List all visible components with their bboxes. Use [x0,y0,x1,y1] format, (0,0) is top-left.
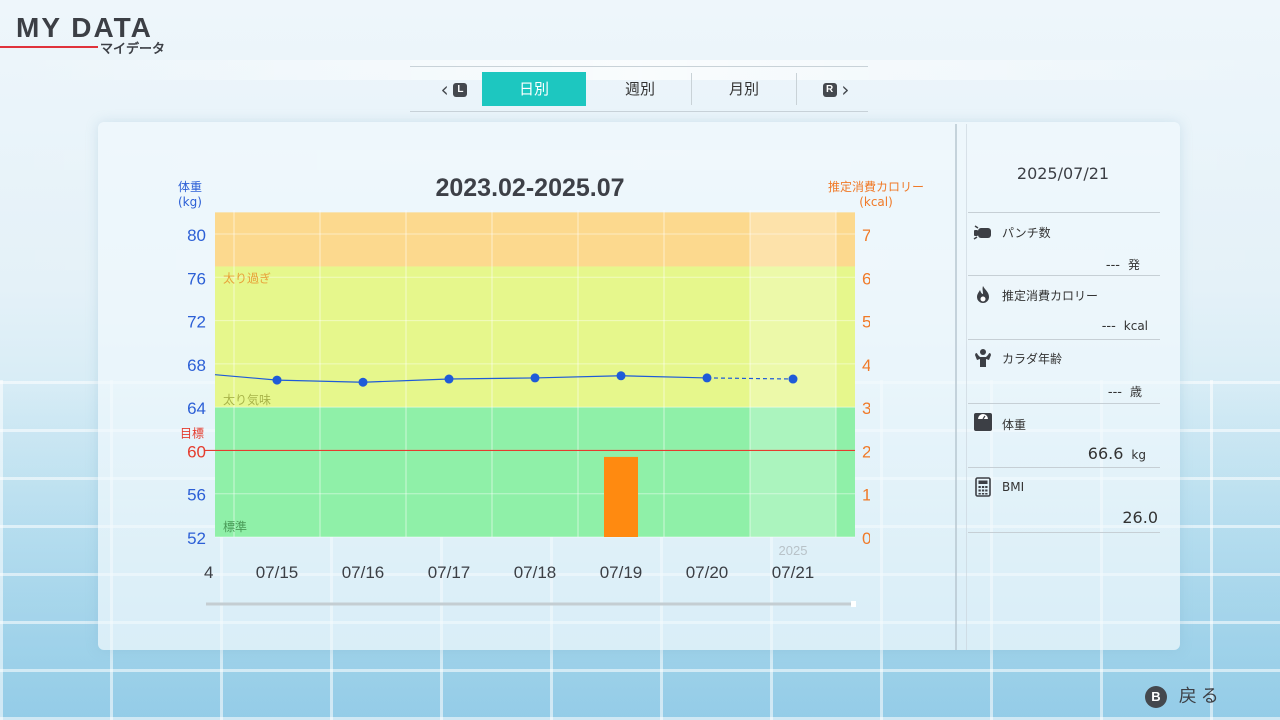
punch-count-value: --- 発 [1000,256,1140,273]
weight-calorie-chart[interactable]: 標準太り気味太り過ぎ目標5256606468727680010020030040… [170,200,870,620]
side-divider [968,339,1160,340]
weight-point[interactable] [358,377,368,387]
left-tick-label: 68 [187,356,206,375]
back-button[interactable]: B 戻る [1145,682,1223,708]
period-tabbar: ‹ L 日別 週別 月別 R › [410,66,868,112]
x-tick-label: 07/15 [256,563,299,582]
timeline-scroll-thumb[interactable] [851,601,856,607]
side-divider [968,212,1160,213]
weight-point[interactable] [788,374,798,384]
back-label: 戻る [1178,686,1223,707]
weight-unit: kg [1131,448,1146,462]
punch-count-unit: 発 [1127,258,1140,272]
selected-date: 2025/07/21 [1016,164,1110,183]
title-underline [0,46,98,48]
weight-point[interactable] [530,373,540,383]
x-tick-label: 07/21 [772,563,815,582]
x-tick-label: 07/16 [342,563,385,582]
zone-label: 太り気味 [223,392,271,407]
right-tick-label: 300 [862,399,870,418]
side-divider [968,275,1160,276]
panel-divider [966,124,967,650]
weight-point[interactable] [616,371,626,381]
x-tick-label: 4 [204,563,213,582]
chart-title: 2023.02-2025.07 [435,174,625,202]
bmi-number: 26.0 [1122,508,1158,527]
left-tick-label: 52 [187,529,206,548]
right-tick-label: 0 [862,529,870,548]
body-age-value: --- 歳 [1002,383,1142,400]
side-divider [968,467,1160,468]
tab-daily[interactable]: 日別 [482,72,586,106]
right-tick-label: 400 [862,356,870,375]
x-tick-label: 07/17 [428,563,471,582]
calorie-value: --- kcal [1008,319,1148,334]
weight-point[interactable] [272,375,282,385]
left-tick-label: 56 [187,486,206,505]
target-label: 目標 [180,426,204,440]
calorie-bar[interactable] [604,456,638,537]
scale-icon [974,413,992,431]
tab-separator [796,73,797,105]
right-tick-label: 500 [862,313,870,332]
zone-label: 太り過ぎ [223,270,271,285]
weight-point[interactable] [702,373,712,383]
right-tick-label: 200 [862,442,870,461]
right-tick-label: 600 [862,269,870,288]
r-button-icon: R [822,82,837,97]
bmi-value: 26.0 [1018,508,1158,527]
weight-label: 体重 [1002,418,1027,432]
right-tick-label: 700 [862,226,870,245]
left-tick-label: 60 [187,442,206,461]
x-tick-label: 07/19 [600,563,643,582]
page-subtitle: マイデータ [100,42,166,57]
panel-divider [955,124,957,650]
x-tick-label: 07/20 [686,563,729,582]
right-tick-label: 100 [862,486,870,505]
flame-icon [977,286,989,303]
muscle-icon [975,349,991,367]
body-age-label: カラダ年齢 [1002,352,1063,366]
calorie-label: 推定消費カロリー [1002,289,1099,303]
weight-point[interactable] [444,374,454,384]
tab-monthly[interactable]: 月別 [692,72,796,106]
chevron-right-icon: › [841,77,850,102]
punch-count-number: --- [1105,258,1120,273]
bmi-label: BMI [1002,480,1025,494]
calorie-number: --- [1101,319,1116,334]
tab-next[interactable]: R › [806,72,866,106]
left-tick-label: 80 [187,226,206,245]
left-tick-label: 72 [187,313,206,332]
calorie-unit: kcal [1123,319,1148,333]
tab-prev[interactable]: ‹ L [424,72,484,106]
chevron-left-icon: ‹ [440,77,449,102]
tab-weekly[interactable]: 週別 [588,72,692,106]
calculator-icon [975,477,991,497]
l-button-icon: L [453,82,468,97]
side-divider [968,532,1160,533]
selected-day-highlight [750,210,836,537]
left-tick-label: 76 [187,269,206,288]
b-button-icon: B [1145,686,1167,708]
punch-count-label: パンチ数 [1002,226,1051,240]
weight-value: 66.6 kg [1006,444,1146,463]
weight-number: 66.6 [1087,444,1124,463]
body-age-unit: 歳 [1129,385,1142,399]
left-tick-label: 64 [187,399,206,418]
body-age-number: --- [1107,385,1122,400]
punch-icon [973,225,991,240]
x-tick-label: 07/18 [514,563,557,582]
side-divider [968,403,1160,404]
year-marker: 2025 [779,543,808,558]
zone-label: 標準 [223,519,247,534]
